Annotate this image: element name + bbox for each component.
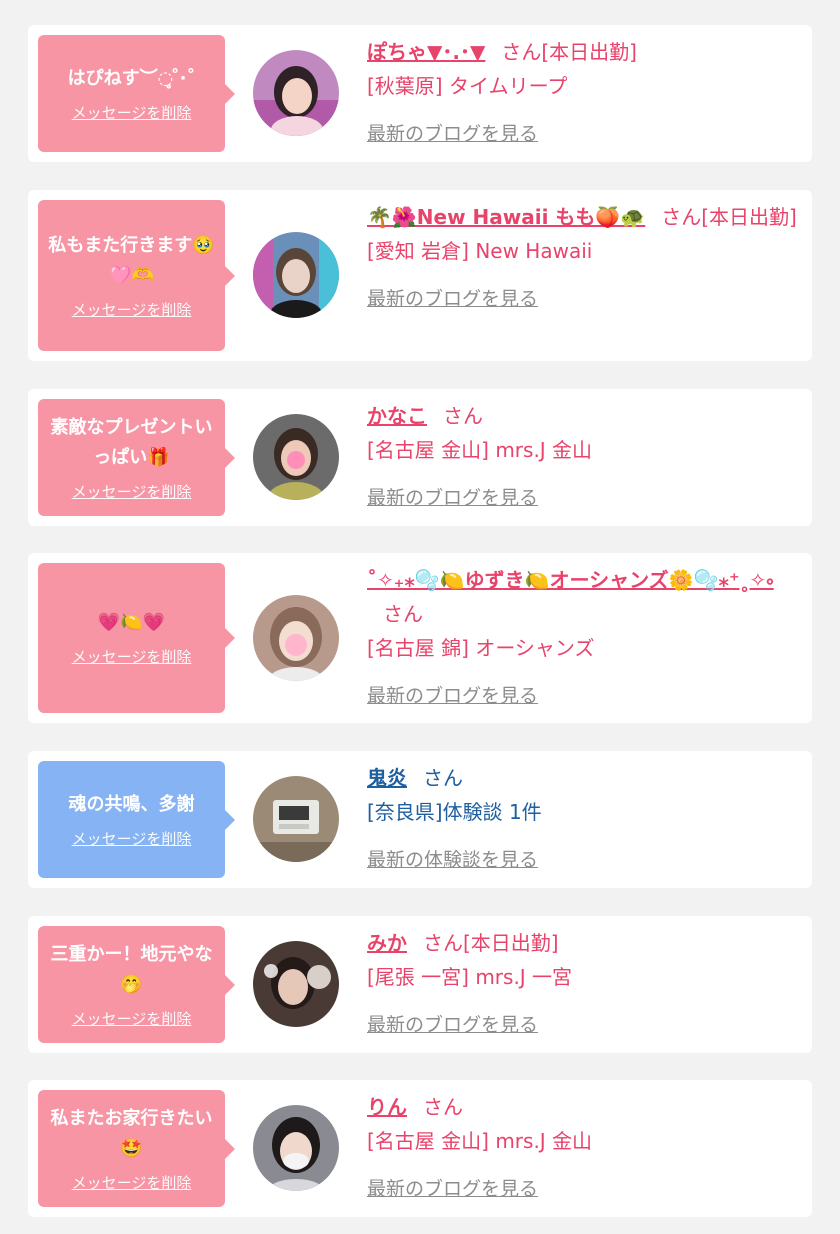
sender-name-link[interactable]: りん	[367, 1095, 407, 1119]
sender-name-link[interactable]: ぽちゃ▼･.･▼	[367, 40, 485, 64]
shop-text: [名古屋 錦] オーシャンズ	[367, 636, 595, 660]
avatar[interactable]	[253, 1105, 339, 1191]
avatar[interactable]	[253, 414, 339, 500]
latest-blog-link[interactable]: 最新のブログを見る	[367, 117, 538, 151]
honorific: さん	[501, 40, 542, 64]
sender-info: みか さん[本日出勤] [尾張 一宮] mrs.J 一宮 最新のブログを見る	[367, 926, 797, 1042]
message-bubble: 💗🍋💗 メッセージを削除	[38, 563, 235, 713]
message-card: 💗🍋💗 メッセージを削除 ˚✧₊⁎🫧🍋ゆずき🍋オーシャンズ🌼🫧⁎⁺˳✧༚ さん […	[28, 553, 812, 723]
delete-message-link[interactable]: メッセージを削除	[72, 481, 192, 503]
honorific: さん	[423, 766, 463, 790]
sender-info: かなこ さん [名古屋 金山] mrs.J 金山 最新のブログを見る	[367, 399, 797, 515]
avatar[interactable]	[253, 50, 339, 136]
latest-blog-link[interactable]: 最新のブログを見る	[367, 481, 538, 515]
sender-info: 🌴🌺New Hawaii もも🍑🐢 さん[本日出勤] [愛知 岩倉] New Ha…	[367, 200, 797, 316]
delete-message-link[interactable]: メッセージを削除	[72, 299, 192, 321]
message-card: はぴねす︶◌̥̥̥̥̥̥ ̊·˚ メッセージを削除 ぽちゃ▼･.･▼ さん[本日出…	[28, 25, 812, 162]
latest-blog-link[interactable]: 最新のブログを見る	[367, 679, 538, 713]
message-card: 魂の共鳴、多謝 メッセージを削除 鬼炎 さん [奈良県]体験談 1件 最新の体験談…	[28, 751, 812, 888]
honorific: さん	[383, 602, 423, 626]
sender-name-link[interactable]: かなこ	[367, 404, 427, 428]
shop-text: [愛知 岩倉] New Hawaii	[367, 239, 593, 263]
sender-info: 鬼炎 さん [奈良県]体験談 1件 最新の体験談を見る	[367, 761, 797, 877]
message-card: 私またお家行きたい🤩 メッセージを削除 りん さん [名古屋 金山] mrs.J …	[28, 1080, 812, 1217]
status-text: [本日出勤]	[463, 931, 559, 955]
latest-blog-link[interactable]: 最新のブログを見る	[367, 1172, 538, 1206]
message-text: 私またお家行きたい🤩	[50, 1107, 213, 1159]
message-text: はぴねす︶◌̥̥̥̥̥̥ ̊·˚	[67, 67, 196, 89]
honorific: さん	[423, 1095, 463, 1119]
message-text: 素敵なプレゼントいっぱい🎁	[50, 416, 213, 468]
status-text: [本日出勤]	[701, 205, 797, 229]
shop-text: [名古屋 金山] mrs.J 金山	[367, 1129, 593, 1153]
delete-message-link[interactable]: メッセージを削除	[72, 1008, 192, 1030]
sender-name-link[interactable]: みか	[367, 931, 407, 955]
delete-message-link[interactable]: メッセージを削除	[72, 1172, 192, 1194]
sender-info: ぽちゃ▼･.･▼ さん[本日出勤] [秋葉原] タイムリープ 最新のブログを見る	[367, 35, 797, 151]
message-card: 私もまた行きます🥹🩷🫶 メッセージを削除 🌴🌺New Hawaii もも🍑🐢 さん…	[28, 190, 812, 361]
avatar[interactable]	[253, 595, 339, 681]
delete-message-link[interactable]: メッセージを削除	[72, 102, 192, 124]
sender-info: りん さん [名古屋 金山] mrs.J 金山 最新のブログを見る	[367, 1090, 797, 1206]
avatar[interactable]	[253, 232, 339, 318]
message-text: 💗🍋💗	[97, 612, 166, 633]
honorific: さん	[661, 205, 702, 229]
message-bubble: 私もまた行きます🥹🩷🫶 メッセージを削除	[38, 200, 235, 351]
delete-message-link[interactable]: メッセージを削除	[72, 646, 192, 668]
sender-name-link[interactable]: 鬼炎	[367, 766, 407, 790]
message-card: 素敵なプレゼントいっぱい🎁 メッセージを削除 かなこ さん [名古屋 金山] mr…	[28, 389, 812, 526]
honorific: さん	[443, 404, 483, 428]
message-text: 三重かー！地元やな🤭	[50, 943, 213, 995]
message-bubble: 素敵なプレゼントいっぱい🎁 メッセージを削除	[38, 399, 235, 516]
message-bubble: 三重かー！地元やな🤭 メッセージを削除	[38, 926, 235, 1043]
message-text: 私もまた行きます🥹🩷🫶	[48, 234, 215, 286]
shop-text: [名古屋 金山] mrs.J 金山	[367, 438, 593, 462]
shop-text: [秋葉原] タイムリープ	[367, 74, 568, 98]
status-text: [本日出勤]	[541, 40, 637, 64]
avatar[interactable]	[253, 941, 339, 1027]
review-count-text: [奈良県]体験談 1件	[367, 800, 542, 824]
sender-name-link[interactable]: 🌴🌺New Hawaii もも🍑🐢	[367, 205, 645, 229]
sender-info: ˚✧₊⁎🫧🍋ゆずき🍋オーシャンズ🌼🫧⁎⁺˳✧༚ さん [名古屋 錦] オーシャンズ…	[367, 563, 797, 713]
avatar[interactable]	[253, 776, 339, 862]
message-bubble: 私またお家行きたい🤩 メッセージを削除	[38, 1090, 235, 1207]
message-bubble: はぴねす︶◌̥̥̥̥̥̥ ̊·˚ メッセージを削除	[38, 35, 235, 152]
latest-review-link[interactable]: 最新の体験談を見る	[367, 843, 538, 877]
sender-name-link[interactable]: ˚✧₊⁎🫧🍋ゆずき🍋オーシャンズ🌼🫧⁎⁺˳✧༚	[367, 568, 774, 592]
message-bubble: 魂の共鳴、多謝 メッセージを削除	[38, 761, 235, 878]
latest-blog-link[interactable]: 最新のブログを見る	[367, 1008, 538, 1042]
delete-message-link[interactable]: メッセージを削除	[72, 828, 192, 850]
latest-blog-link[interactable]: 最新のブログを見る	[367, 282, 538, 316]
honorific: さん	[423, 931, 463, 955]
message-card: 三重かー！地元やな🤭 メッセージを削除 みか さん[本日出勤] [尾張 一宮] m…	[28, 916, 812, 1053]
shop-text: [尾張 一宮] mrs.J 一宮	[367, 965, 573, 989]
message-text: 魂の共鳴、多謝	[68, 793, 195, 815]
